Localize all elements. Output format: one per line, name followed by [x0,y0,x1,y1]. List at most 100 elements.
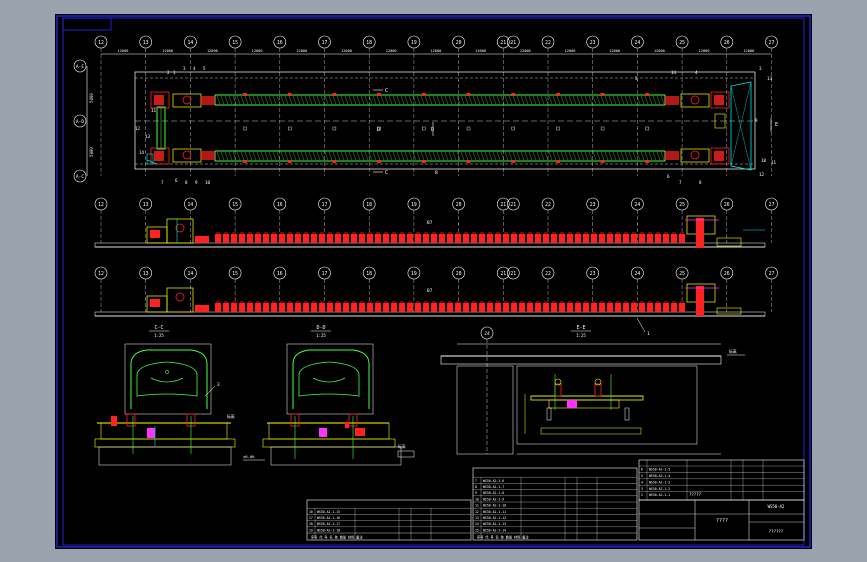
parts-row-code: WS50-A2-1-6 [483,479,504,483]
parts-row-code: WS50-A2-1-3 [649,480,670,484]
upper-elevation-trolley [327,234,333,243]
row-label-3: A-C [76,174,84,180]
lower-elevation-trolley [551,303,557,312]
parts-row-number: 17 [309,516,313,520]
lower-elevation-grid-label: 23 [590,271,596,277]
upper-elevation-trolley [663,234,669,243]
lower-elevation-trolley [423,303,429,312]
parts-row-code: WS50-A2-1-9 [483,497,504,501]
upper-elevation-trolley [447,234,453,243]
upper-elevation-trolley [615,234,621,243]
parts-row-number: 10 [475,497,479,501]
parts-row-number: 14 [475,522,479,526]
section-mark-e: E [775,122,778,128]
upper-elevation-grid-label: 18 [366,202,372,208]
plan-grid-label: 14 [188,40,194,46]
lower-elevation-grid-label: 20 [456,271,462,277]
plan-span-label: 12000 [609,49,620,53]
upper-elevation-trolley [631,234,637,243]
upper-elevation-trolley [423,234,429,243]
parts-row-number: 7 [475,479,477,483]
lower-elevation-trolley [647,303,653,312]
parts-row-number: 15 [475,528,479,532]
cad-drawing: 12 13 14 15 16 17 18 19 20 21 22 23 24 25 26 2721 12000… [56,15,811,548]
lower-elevation-trolley [383,303,389,312]
plan-callout-left: 13 [145,134,151,139]
lower-elevation-trolley [295,303,301,312]
parts-row-code: WS50-A2-1-5 [649,468,670,472]
upper-elevation-trolley [239,234,245,243]
lower-elevation-left-station [146,287,209,313]
lower-elevation-trolley [319,303,325,312]
plan-callout-right: 3 [759,66,762,71]
plan-extra-grid-label: 21 [510,40,516,46]
section-c-c: C-C 1:25 3 标高 [94,325,236,466]
right-station [665,81,752,171]
lower-elevation-grid-label: 19 [411,271,417,277]
lower-elevation-marker: B7 [427,288,433,294]
plan-span-label: 12000 [252,49,263,53]
upper-elevation-trolley [535,234,541,243]
lower-elevation-grid-label: 18 [366,271,372,277]
lower-elevation-callout: 1 [647,331,650,337]
upper-elevation-trolley [511,234,517,243]
lower-elevation-trolley [215,303,221,312]
upper-elevation-grid-label: 27 [769,202,775,208]
plan-callout-left: 9 [195,180,198,185]
upper-elevation-trolley [375,234,381,243]
upper-elevation-trolley [455,234,461,243]
parts-row-number: 5 [641,474,643,478]
plan-grid-label: 24 [635,40,641,46]
parts-table-middle-footer: 序号 代 号 名 称 数量 材料 备注 [477,535,529,540]
lower-elevation-trolley [567,303,573,312]
lower-elevation-trolley [503,303,509,312]
upper-elevation-trolley [495,234,501,243]
lower-elevation-trolley [399,303,405,312]
upper-elevation-trolley [527,234,533,243]
lower-elevation-trolley [343,303,349,312]
parts-row-number: 2 [641,493,643,497]
upper-elevation-trolley [471,234,477,243]
section-ee-scale: 1:25 [576,333,586,338]
upper-elevation-left-station [146,218,209,244]
plan-span-label: 12000 [475,49,486,53]
upper-elevation-trolley [407,234,413,243]
cad-viewport[interactable]: 12 13 14 15 16 17 18 19 20 21 22 23 24 25 26 27 21 12000… [0,0,867,562]
plan-callout-right: 14 [671,70,677,75]
upper-elevation-trolley [479,234,485,243]
upper-elevation-grid-label: 25 [679,202,685,208]
plan-callout-left: 5 [203,66,206,71]
upper-elevation-grid-label: 12 [98,202,104,208]
upper-elevation-trolley [335,234,341,243]
parts-table-left-footer: 序号 代 号 名 称 数量 材料 备注 [311,535,363,540]
lower-elevation-trolley [247,303,253,312]
plan-callout-left: 7 [161,180,164,185]
plan-span-label: 12000 [207,49,218,53]
upper-elevation-trolley [367,234,373,243]
lower-elevation-trolley [463,303,469,312]
row-label-2: A-D [76,119,84,125]
parts-row-code: WS50-A2-1-12 [483,516,506,520]
parts-row-number: 18 [309,522,313,526]
section-mark-b: B [435,170,438,176]
lower-elevation-trolley [671,303,677,312]
upper-elevation-grid-label: 21 [500,202,506,208]
lower-elevation-grid-label: 27 [769,271,775,277]
lower-elevation-trolley [607,303,613,312]
plan-span-label: 12000 [520,49,531,53]
lower-elevation-grid-label: 25 [679,271,685,277]
upper-elevation-trolley [223,234,229,243]
plan-grid-label: 19 [411,40,417,46]
lower-elevation-trolley [287,303,293,312]
plan-callout-left: 8 [185,180,188,185]
lower-elevation-trolley [471,303,477,312]
plan-grid-label: 22 [545,40,551,46]
parts-row-number: 19 [309,528,313,532]
lower-elevation-trolley [231,303,237,312]
drawing-sheet[interactable]: 12 13 14 15 16 17 18 19 20 21 22 23 24 25 26 27 21 12000… [55,14,812,549]
lower-elevation-trolley [279,303,285,312]
parts-row-code: WS50-A2-1-14 [483,528,506,532]
section-ee-grid-label: 24 [484,331,490,337]
lower-elevation-trolley [351,303,357,312]
title-block-right: 6 WS50-A2-1-5 5 WS50-A2-1-4 4 WS50-A2-1-3 3 WS5… [638,459,805,541]
